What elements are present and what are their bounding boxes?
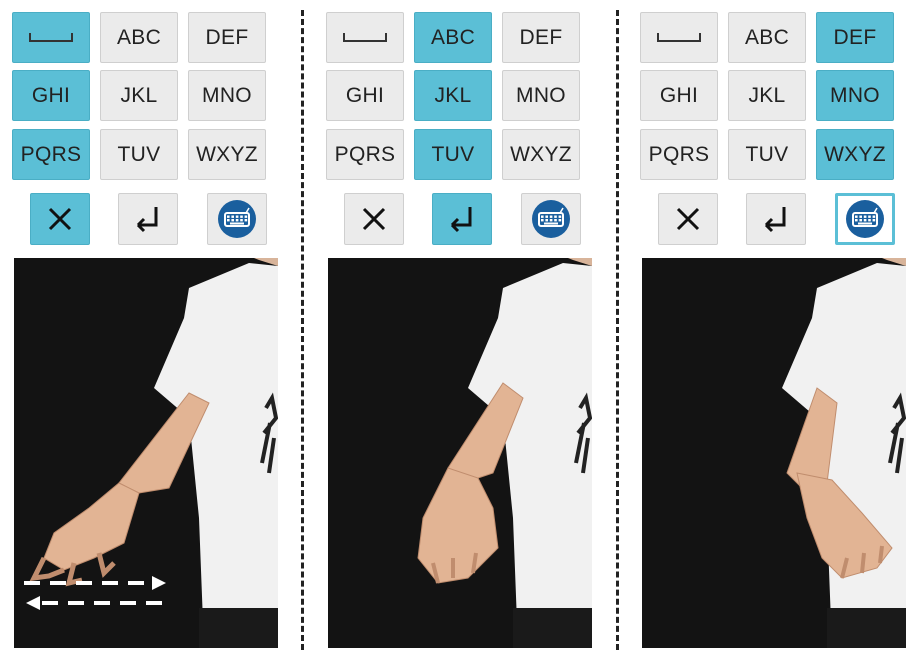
- gesture-photo: [328, 258, 592, 648]
- key-label: TUV: [117, 142, 161, 166]
- enter-icon: [450, 207, 472, 233]
- swipe-arrows-icon: [24, 576, 169, 610]
- panel-1: ABC DEF GHI JKL MNO PQRS TUV WXYZ: [8, 0, 278, 652]
- key-jkl[interactable]: JKL: [728, 70, 806, 121]
- key-label: ABC: [430, 25, 476, 49]
- keyboard-button[interactable]: [521, 193, 581, 245]
- keyboard-icon: [532, 200, 570, 238]
- pants: [199, 608, 278, 648]
- key-label: PQRS: [648, 142, 710, 166]
- keyboard-button[interactable]: [207, 193, 267, 245]
- close-button[interactable]: [30, 193, 90, 245]
- key-ghi[interactable]: GHI: [640, 70, 718, 121]
- gesture-photo: [14, 258, 278, 648]
- enter-button[interactable]: [746, 193, 806, 245]
- key-label: JKL: [434, 83, 472, 107]
- close-button[interactable]: [658, 193, 718, 245]
- key-mno[interactable]: MNO: [816, 70, 894, 121]
- key-jkl[interactable]: JKL: [414, 70, 492, 121]
- close-icon: [676, 207, 700, 231]
- keypad: ABC DEF GHI JKL MNO PQRS TUV WXYZ: [636, 12, 898, 252]
- key-mno[interactable]: MNO: [502, 70, 580, 121]
- key-label: DEF: [519, 25, 563, 49]
- key-ghi[interactable]: GHI: [12, 70, 90, 121]
- key-space[interactable]: [640, 12, 718, 63]
- key-abc[interactable]: ABC: [728, 12, 806, 63]
- key-wxyz[interactable]: WXYZ: [816, 129, 894, 180]
- key-label: GHI: [345, 83, 385, 107]
- key-label: DEF: [205, 25, 249, 49]
- key-abc[interactable]: ABC: [100, 12, 178, 63]
- key-ghi[interactable]: GHI: [326, 70, 404, 121]
- enter-button[interactable]: [432, 193, 492, 245]
- key-wxyz[interactable]: WXYZ: [188, 129, 266, 180]
- space-icon: [29, 33, 73, 42]
- key-space[interactable]: [12, 12, 90, 63]
- key-pqrs[interactable]: PQRS: [326, 129, 404, 180]
- arm: [29, 392, 210, 587]
- space-icon: [343, 33, 387, 42]
- key-def[interactable]: DEF: [816, 12, 894, 63]
- keyboard-icon: [846, 200, 884, 238]
- key-wxyz[interactable]: WXYZ: [502, 129, 580, 180]
- close-icon: [362, 207, 386, 231]
- key-label: WXYZ: [510, 142, 572, 166]
- gesture-photo: [642, 258, 906, 648]
- key-label: PQRS: [20, 142, 82, 166]
- key-pqrs[interactable]: PQRS: [640, 129, 718, 180]
- keypad: ABC DEF GHI JKL MNO PQRS TUV WXYZ: [322, 12, 584, 252]
- divider-2: [616, 10, 619, 650]
- space-icon: [657, 33, 701, 42]
- key-mno[interactable]: MNO: [188, 70, 266, 121]
- keypad: ABC DEF GHI JKL MNO PQRS TUV WXYZ: [8, 12, 270, 252]
- key-space[interactable]: [326, 12, 404, 63]
- key-tuv[interactable]: TUV: [414, 129, 492, 180]
- key-label: JKL: [120, 83, 158, 107]
- divider-1: [301, 10, 304, 650]
- key-label: DEF: [833, 25, 877, 49]
- panel-2: ABC DEF GHI JKL MNO PQRS TUV WXYZ: [322, 0, 592, 652]
- keyboard-button[interactable]: [835, 193, 895, 245]
- key-def[interactable]: DEF: [502, 12, 580, 63]
- key-label: GHI: [659, 83, 699, 107]
- key-label: ABC: [116, 25, 162, 49]
- key-label: WXYZ: [824, 142, 886, 166]
- key-label: JKL: [748, 83, 786, 107]
- key-label: ABC: [744, 25, 790, 49]
- enter-button[interactable]: [118, 193, 178, 245]
- key-pqrs[interactable]: PQRS: [12, 129, 90, 180]
- key-label: MNO: [830, 83, 880, 107]
- panel-3: ABC DEF GHI JKL MNO PQRS TUV WXYZ: [636, 0, 906, 652]
- close-icon: [48, 207, 72, 231]
- enter-icon: [136, 207, 158, 233]
- key-label: MNO: [202, 83, 252, 107]
- keyboard-icon: [218, 200, 256, 238]
- key-label: MNO: [516, 83, 566, 107]
- key-tuv[interactable]: TUV: [728, 129, 806, 180]
- key-tuv[interactable]: TUV: [100, 129, 178, 180]
- enter-icon: [764, 207, 786, 233]
- key-label: PQRS: [334, 142, 396, 166]
- arm: [417, 382, 524, 584]
- key-label: TUV: [431, 142, 475, 166]
- key-label: WXYZ: [196, 142, 258, 166]
- key-label: GHI: [31, 83, 71, 107]
- close-button[interactable]: [344, 193, 404, 245]
- pants: [513, 608, 592, 648]
- key-abc[interactable]: ABC: [414, 12, 492, 63]
- key-label: TUV: [745, 142, 789, 166]
- pants: [827, 608, 906, 648]
- key-jkl[interactable]: JKL: [100, 70, 178, 121]
- key-def[interactable]: DEF: [188, 12, 266, 63]
